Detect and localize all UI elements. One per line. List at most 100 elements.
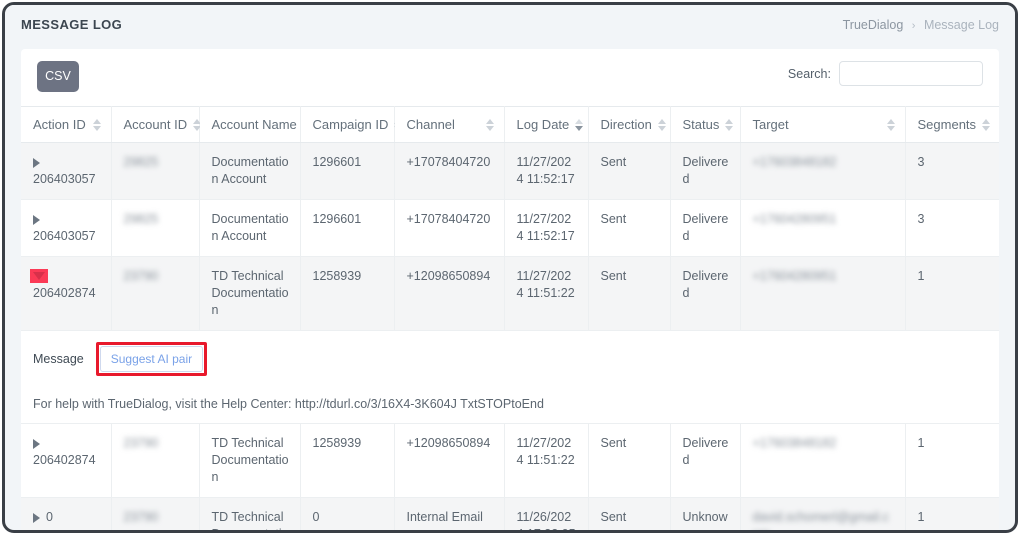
segments-value: 1 (917, 436, 925, 450)
cell-log-date: 11/26/2024 17:32:05 (504, 497, 589, 530)
cell-segments: 1 (905, 497, 999, 530)
cell-account-id: 29825 (111, 199, 200, 257)
cell-channel: +12098650894 (394, 256, 505, 331)
cell-segments: 3 (905, 199, 999, 257)
account-name-value: TD Technical Documentation (211, 436, 289, 484)
page-header: MESSAGE LOG TrueDialog › Message Log (5, 5, 1015, 49)
sort-arrows-icon[interactable] (92, 118, 101, 131)
log-date-value: 11/27/2024 11:52:17 (516, 212, 575, 243)
account-name-value: Documentation Account (211, 155, 289, 186)
breadcrumb-separator-icon: › (911, 20, 916, 32)
column-header-label: Channel (406, 117, 455, 132)
table-header: Action ID Account ID Account Name Campaign … (21, 106, 999, 143)
sort-arrows-icon[interactable] (886, 118, 895, 131)
search-label: Search: (787, 66, 831, 81)
log-date-value: 11/27/2024 11:52:17 (516, 155, 575, 186)
target-value: +17603848182 (752, 155, 837, 169)
cell-account-id: 29825 (111, 142, 200, 200)
table-row[interactable]: 206402874 23790 TD Technical Documentation… (21, 423, 999, 498)
log-date-value: 11/26/2024 17:32:05 (516, 510, 576, 530)
cell-status: Delivered (670, 423, 741, 498)
cell-segments: 1 (905, 256, 999, 331)
direction-value: Sent (600, 155, 627, 169)
cell-campaign-id: 0 (300, 497, 395, 530)
cell-direction: Sent (588, 199, 671, 257)
campaign-id-value: 1258939 (312, 436, 362, 450)
direction-value: Sent (600, 510, 627, 524)
cell-segments: 1 (905, 423, 999, 498)
breadcrumb-current: Message Log (923, 18, 999, 32)
expand-row-icon[interactable] (33, 157, 40, 168)
column-header-label: Log Date (516, 117, 570, 132)
cell-account-id: 23790 (111, 256, 200, 331)
sort-arrows-icon[interactable] (982, 118, 991, 131)
cell-target: david.schomerl@gmail.com (740, 497, 906, 530)
message-panel-header: Message Suggest AI pair (33, 342, 989, 376)
cell-target: +17604280951 (740, 199, 906, 257)
breadcrumb-root[interactable]: TrueDialog (843, 18, 904, 32)
column-header-label: Action ID (33, 117, 86, 132)
cell-status: Unknown (670, 497, 741, 530)
column-header-account-name: Account Name (199, 106, 301, 143)
export-csv-button[interactable]: CSV (37, 61, 79, 92)
sort-arrows-icon[interactable] (575, 118, 584, 131)
account-id-value: 23790 (123, 436, 159, 450)
column-header-segments[interactable]: Segments (905, 106, 999, 143)
segments-value: 1 (917, 510, 925, 524)
channel-value: Internal Email (406, 510, 483, 524)
column-header-campaign-id[interactable]: Campaign ID (300, 106, 403, 143)
breadcrumb: TrueDialog › Message Log (843, 18, 999, 32)
search-input[interactable] (839, 61, 983, 86)
cell-account-name: TD Technical Documentation (199, 423, 301, 498)
column-header-direction[interactable]: Direction (588, 106, 671, 143)
cell-status: Delivered (670, 199, 741, 257)
action-id-value: 206402874 (33, 453, 96, 467)
column-header-label: Status (682, 117, 720, 132)
table-row[interactable]: 206403057 29825 Documentation Account 12966… (21, 199, 999, 257)
campaign-id-value: 1296601 (312, 155, 362, 169)
table-row[interactable]: 206403057 29825 Documentation Account 12966… (21, 142, 999, 200)
table-toolbar: CSV Search: (21, 49, 999, 106)
channel-value: +12098650894 (406, 269, 491, 283)
cell-direction: Sent (588, 497, 671, 530)
cell-campaign-id: 1258939 (300, 256, 395, 331)
table-row[interactable]: 206402874 23790 TD Technical Documentation… (21, 256, 999, 331)
expand-row-icon[interactable] (33, 214, 40, 225)
column-header-action-id[interactable]: Action ID (21, 106, 112, 143)
expand-row-icon[interactable] (33, 438, 40, 449)
expand-row-icon[interactable] (33, 512, 40, 523)
account-name-value: TD Technical Documentation (211, 269, 289, 317)
collapse-row-icon[interactable] (33, 271, 45, 280)
cell-direction: Sent (588, 142, 671, 200)
sort-arrows-icon[interactable] (485, 118, 494, 131)
column-header-status[interactable]: Status (670, 106, 741, 143)
action-id-value: 206403057 (33, 229, 96, 243)
target-value: +17604280951 (752, 212, 837, 226)
column-header-label: Campaign ID (312, 117, 389, 132)
cell-action-id: 0 (21, 497, 112, 530)
cell-direction: Sent (588, 423, 671, 498)
cell-log-date: 11/27/2024 11:51:22 (504, 423, 589, 498)
cell-target: +17604280951 (740, 256, 906, 331)
direction-value: Sent (600, 436, 627, 450)
column-header-account-id[interactable]: Account ID (111, 106, 202, 143)
column-header-channel[interactable]: Channel (394, 106, 505, 143)
cell-channel: +12098650894 (394, 423, 505, 498)
status-value: Delivered (682, 212, 729, 243)
sort-arrows-icon[interactable] (725, 118, 734, 131)
column-header-label: Direction (600, 117, 652, 132)
direction-value: Sent (600, 212, 627, 226)
channel-value: +17078404720 (406, 155, 491, 169)
table-row[interactable]: 0 23790 TD Technical Documentation 0 Interna… (21, 497, 999, 530)
column-header-label: Target (752, 117, 789, 132)
cell-channel: +17078404720 (394, 199, 505, 257)
suggest-ai-pair-button[interactable]: Suggest AI pair (99, 346, 204, 372)
status-value: Delivered (682, 269, 729, 300)
action-id-value: 0 (46, 510, 53, 524)
column-header-target[interactable]: Target (740, 106, 906, 143)
cell-campaign-id: 1296601 (300, 142, 395, 200)
account-id-value: 23790 (123, 510, 159, 524)
column-header-log-date[interactable]: Log Date (504, 106, 589, 143)
table-header-row: Action ID Account ID Account Name Campaign … (21, 106, 999, 143)
sort-arrows-icon[interactable] (657, 118, 666, 131)
